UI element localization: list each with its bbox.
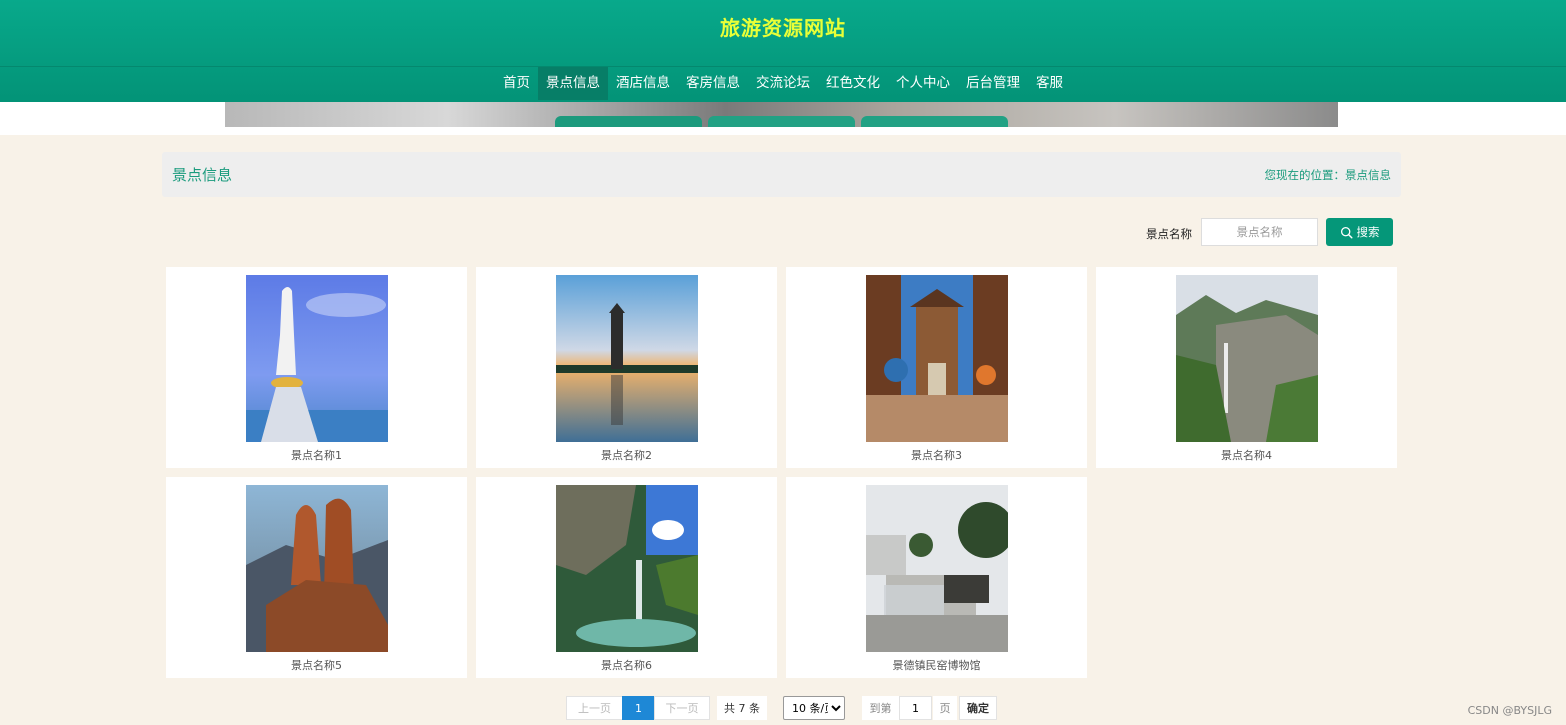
banner-indicator[interactable] <box>861 116 1008 127</box>
attraction-image[interactable] <box>556 485 698 652</box>
pagination-page-unit: 页 <box>933 696 957 720</box>
nav-item-attractions[interactable]: 景点信息 <box>538 67 608 100</box>
attraction-image[interactable] <box>866 485 1008 652</box>
section-title-bar: 景点信息 您现在的位置：景点信息 <box>162 152 1401 197</box>
page-title: 景点信息 <box>172 166 233 184</box>
pagination-prev[interactable]: 上一页 <box>566 696 623 720</box>
attraction-name[interactable]: 景点名称5 <box>166 657 467 673</box>
attraction-card[interactable]: 景点名称4 <box>1096 267 1397 468</box>
attraction-card[interactable]: 景点名称3 <box>786 267 1087 468</box>
page-size-select[interactable]: 10 条/页 <box>783 696 845 720</box>
banner-indicator[interactable] <box>708 116 855 127</box>
nav-item-hotels[interactable]: 酒店信息 <box>608 67 678 100</box>
nav-item-home[interactable]: 首页 <box>495 67 538 100</box>
banner-carousel[interactable] <box>225 102 1338 127</box>
pagination-goto-input[interactable] <box>899 696 932 720</box>
attraction-card[interactable]: 景点名称2 <box>476 267 777 468</box>
search-label: 景点名称 <box>1146 227 1192 241</box>
banner-indicator[interactable] <box>555 116 702 127</box>
attraction-name[interactable]: 景点名称2 <box>476 447 777 463</box>
pagination-goto-label: 到第 <box>862 696 899 720</box>
attraction-image[interactable] <box>866 275 1008 442</box>
attraction-image[interactable] <box>246 485 388 652</box>
pagination-confirm-button[interactable]: 确定 <box>959 696 997 720</box>
search-button[interactable]: 搜索 <box>1326 218 1393 246</box>
breadcrumb-prefix: 您现在的位置： <box>1264 168 1346 182</box>
site-title: 旅游资源网站 <box>720 16 846 40</box>
breadcrumb: 您现在的位置：景点信息 <box>1265 167 1392 183</box>
watermark: CSDN @BYSJLG <box>1467 704 1552 717</box>
attraction-name[interactable]: 景点名称1 <box>166 447 467 463</box>
search-input[interactable] <box>1201 218 1318 246</box>
nav-item-personal-center[interactable]: 个人中心 <box>888 67 958 100</box>
attraction-image[interactable] <box>556 275 698 442</box>
nav-item-rooms[interactable]: 客房信息 <box>678 67 748 100</box>
attraction-name[interactable]: 景点名称3 <box>786 447 1087 463</box>
nav-item-support[interactable]: 客服 <box>1028 67 1071 100</box>
attraction-card[interactable]: 景点名称1 <box>166 267 467 468</box>
nav-item-red-culture[interactable]: 红色文化 <box>818 67 888 100</box>
attraction-card[interactable]: 景点名称5 <box>166 477 467 678</box>
attraction-image[interactable] <box>1176 275 1318 442</box>
attraction-name[interactable]: 景点名称6 <box>476 657 777 673</box>
search-button-label: 搜索 <box>1356 225 1380 239</box>
nav-item-forum[interactable]: 交流论坛 <box>748 67 818 100</box>
attraction-card[interactable]: 景点名称6 <box>476 477 777 678</box>
pagination-total: 共 7 条 <box>717 696 767 720</box>
attraction-name[interactable]: 景点名称4 <box>1096 447 1397 463</box>
attraction-card[interactable]: 景德镇民窑博物馆 <box>786 477 1087 678</box>
pagination-page[interactable]: 1 <box>622 696 655 720</box>
attraction-image[interactable] <box>246 275 388 442</box>
attraction-name[interactable]: 景德镇民窑博物馆 <box>786 657 1087 673</box>
site-header: 旅游资源网站 首页 景点信息 酒店信息 客房信息 交流论坛 红色文化 个人中心 … <box>0 0 1566 102</box>
nav-item-admin[interactable]: 后台管理 <box>958 67 1028 100</box>
search-icon <box>1340 226 1353 239</box>
main-nav: 首页 景点信息 酒店信息 客房信息 交流论坛 红色文化 个人中心 后台管理 客服 <box>0 67 1566 100</box>
pagination-next[interactable]: 下一页 <box>654 696 710 720</box>
breadcrumb-current[interactable]: 景点信息 <box>1345 168 1391 182</box>
